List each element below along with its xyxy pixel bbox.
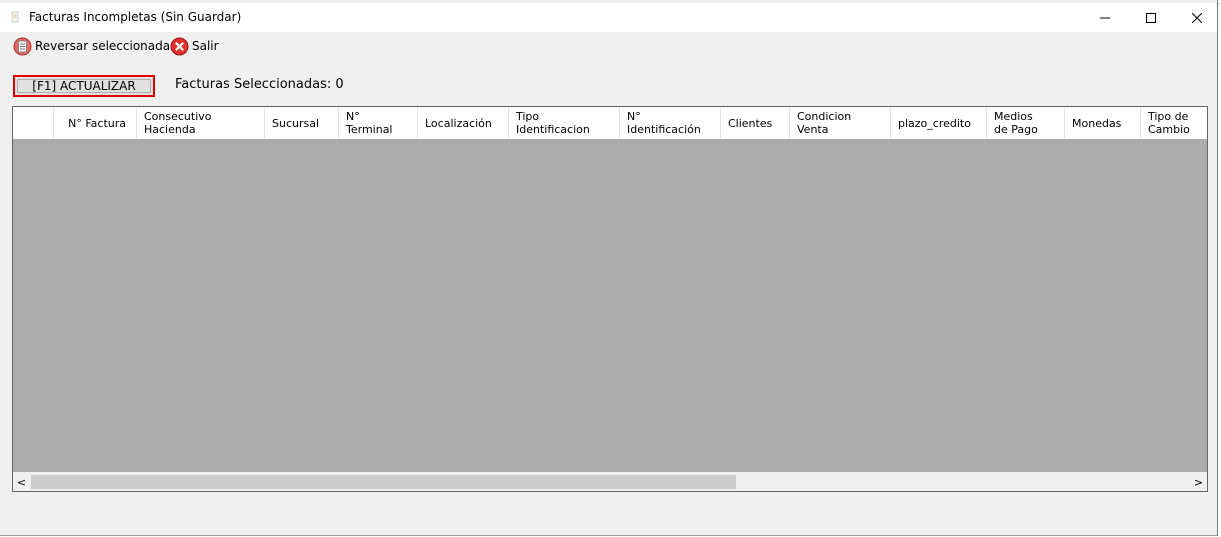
reverse-selected-label: Reversar seleccionadas: [35, 39, 177, 53]
column-header-monedas[interactable]: Monedas: [1065, 107, 1141, 139]
toolbar: Reversar seleccionadas Salir: [0, 33, 1216, 59]
grid-body-empty[interactable]: [13, 140, 1207, 473]
column-header-consecutivo-hacienda[interactable]: Consecutivo Hacienda: [137, 107, 265, 139]
refresh-button-label: [F1] ACTUALIZAR: [32, 79, 136, 93]
horizontal-scrollbar[interactable]: < >: [13, 472, 1207, 491]
invoices-grid[interactable]: N° Factura Consecutivo Hacienda Sucursal…: [12, 106, 1208, 492]
column-header-tipo-cambio[interactable]: Tipo de Cambio: [1141, 107, 1207, 139]
exit-label: Salir: [192, 39, 219, 53]
column-header-condicion-venta[interactable]: Condicion Venta: [790, 107, 891, 139]
scroll-thumb[interactable]: [31, 475, 736, 489]
minimize-button[interactable]: [1082, 3, 1128, 32]
column-header-plazo-credito[interactable]: plazo_credito: [891, 107, 987, 139]
column-header-clientes[interactable]: Clientes: [721, 107, 790, 139]
column-header-localizacion[interactable]: Localización: [418, 107, 509, 139]
column-header-sucursal[interactable]: Sucursal: [265, 107, 339, 139]
maximize-button[interactable]: [1128, 3, 1174, 32]
chevron-right-icon: >: [1193, 475, 1204, 489]
maximize-icon: [1146, 12, 1156, 23]
chevron-left-icon: <: [16, 475, 27, 489]
app-window: Facturas Incompletas (Sin Guardar) Rever…: [0, 0, 1218, 536]
column-header-numero-factura[interactable]: N° Factura: [54, 107, 137, 139]
close-button[interactable]: [1174, 3, 1220, 32]
grid-header: N° Factura Consecutivo Hacienda Sucursal…: [13, 107, 1207, 140]
column-header-medios-pago[interactable]: Medios de Pago: [987, 107, 1065, 139]
exit-button[interactable]: Salir: [170, 36, 219, 56]
refresh-button[interactable]: [F1] ACTUALIZAR: [13, 75, 155, 97]
reverse-document-icon: [13, 37, 32, 55]
scroll-left-arrow[interactable]: <: [13, 473, 30, 491]
exit-red-x-icon: [170, 37, 189, 55]
selected-invoices-count: Facturas Seleccionadas: 0: [175, 77, 344, 92]
column-header-terminal[interactable]: N° Terminal: [339, 107, 418, 139]
window-title: Facturas Incompletas (Sin Guardar): [29, 10, 242, 24]
scroll-right-arrow[interactable]: >: [1190, 473, 1207, 491]
close-icon: [1192, 12, 1202, 23]
app-icon: [11, 11, 19, 23]
minimize-icon: [1100, 17, 1110, 18]
row-header-corner: [13, 107, 54, 139]
column-header-tipo-identificacion[interactable]: Tipo Identificacion: [509, 107, 620, 139]
column-header-numero-identificacion[interactable]: N° Identificación: [620, 107, 721, 139]
reverse-selected-button[interactable]: Reversar seleccionadas: [13, 36, 176, 56]
title-bar: Facturas Incompletas (Sin Guardar): [0, 3, 1217, 32]
